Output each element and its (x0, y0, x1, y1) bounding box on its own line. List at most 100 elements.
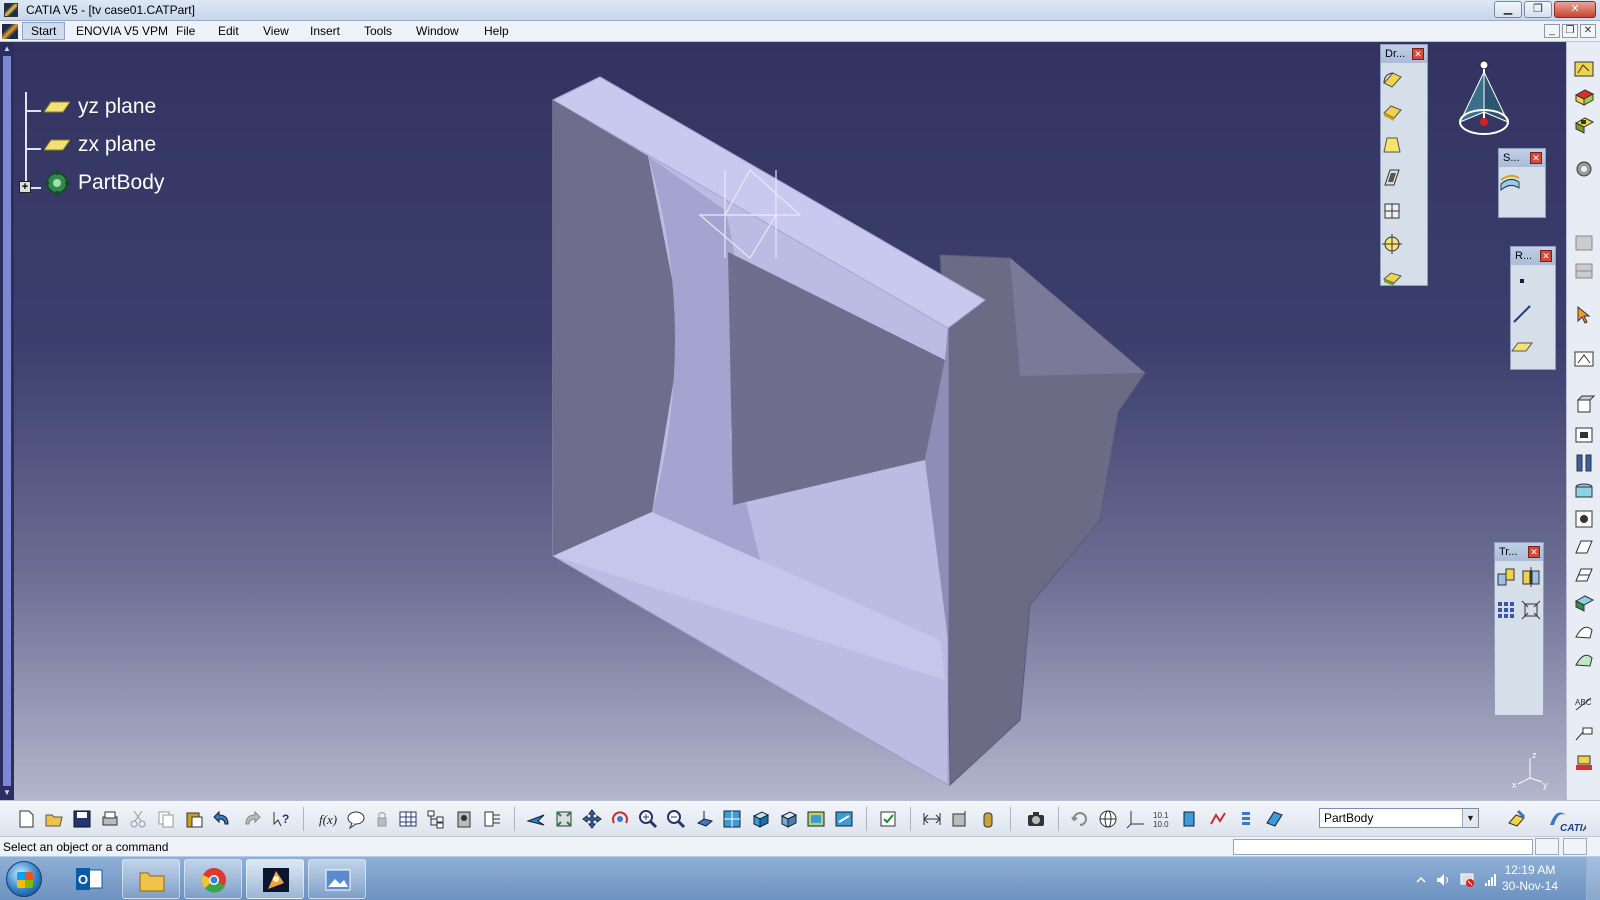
close-button[interactable]: ✕ (1554, 1, 1596, 18)
normal-view-icon[interactable] (694, 809, 714, 829)
mirror-icon[interactable] (1520, 566, 1542, 588)
tree-scrollbar[interactable]: ▲ ▼ (0, 42, 14, 800)
3d-viewport[interactable]: yz plane zx plane + PartBody z x y Dr...… (0, 42, 1566, 800)
fit-all-icon[interactable] (554, 809, 574, 829)
current-body-select[interactable]: PartBody ▼ (1319, 808, 1479, 828)
snap-to-grid-icon[interactable]: 10.110.0 (1152, 809, 1172, 829)
print-icon[interactable] (100, 809, 120, 829)
shading-icon[interactable] (778, 809, 798, 829)
toolbar-close-icon[interactable]: ✕ (1412, 48, 1424, 60)
taskbar-catia[interactable] (246, 859, 304, 899)
thickness-icon[interactable] (1381, 200, 1403, 222)
hole-icon[interactable] (1573, 508, 1595, 530)
catalog-icon[interactable] (454, 809, 474, 829)
new-file-icon[interactable] (16, 809, 36, 829)
tree-item-yz-plane[interactable]: yz plane (44, 95, 156, 119)
table-icon[interactable] (398, 809, 418, 829)
capture-icon[interactable] (1026, 809, 1046, 829)
fillet-icon[interactable] (1381, 68, 1403, 90)
taskbar-explorer[interactable] (122, 859, 180, 899)
toolbar-close-icon[interactable]: ✕ (1540, 250, 1552, 262)
gear-icon[interactable] (1573, 158, 1595, 180)
menu-help[interactable]: Help (484, 24, 509, 38)
status-bar-button[interactable] (1535, 838, 1559, 855)
remove-face-icon[interactable] (1381, 266, 1403, 288)
scroll-down-icon[interactable]: ▼ (2, 788, 12, 798)
thread-icon[interactable] (1381, 233, 1403, 255)
network-warning-icon[interactable] (1460, 873, 1474, 887)
pocket-tool-icon[interactable] (1573, 424, 1595, 446)
catia-menu-logo-icon[interactable] (2, 24, 18, 39)
minimize-button[interactable]: ▁ (1494, 1, 1522, 18)
measure-item-icon[interactable] (950, 809, 970, 829)
isometric-view-icon[interactable] (750, 809, 770, 829)
tray-expand-icon[interactable] (1414, 873, 1428, 887)
parameters-icon[interactable] (482, 809, 502, 829)
menu-insert[interactable]: Insert (310, 24, 340, 38)
menu-tools[interactable]: Tools (364, 24, 392, 38)
menu-enovia[interactable]: ENOVIA V5 VPM (76, 24, 168, 38)
scaling-icon[interactable] (1520, 599, 1542, 621)
cut-icon[interactable] (128, 809, 148, 829)
taskbar-outlook[interactable]: O (60, 859, 118, 899)
doc-minimize-button[interactable]: _ (1544, 24, 1560, 38)
product-icon[interactable] (1573, 232, 1595, 254)
toolbar-close-icon[interactable]: ✕ (1530, 152, 1542, 164)
sketch-icon[interactable] (1573, 348, 1595, 370)
solid-combine-icon[interactable] (1573, 648, 1595, 670)
scroll-thumb[interactable] (3, 56, 11, 786)
tree-item-partbody[interactable]: PartBody (44, 170, 164, 196)
chevron-down-icon[interactable]: ▼ (1462, 809, 1478, 827)
groove-icon[interactable] (1573, 480, 1595, 502)
open-folder-icon[interactable] (44, 809, 64, 829)
save-icon[interactable] (72, 809, 92, 829)
taskbar-image-viewer[interactable] (308, 859, 366, 899)
globe-icon[interactable] (1098, 809, 1118, 829)
menu-start[interactable]: Start (22, 22, 66, 40)
chamfer-icon[interactable] (1381, 101, 1403, 123)
multi-view-icon[interactable] (722, 809, 742, 829)
measure-icon[interactable] (1573, 752, 1595, 774)
pad-icon[interactable] (1573, 86, 1595, 108)
work-object-icon[interactable] (1264, 809, 1284, 829)
maximize-button[interactable]: ❐ (1524, 1, 1552, 18)
tree-expand-icon[interactable] (426, 809, 446, 829)
part-design-workbench-icon[interactable] (1506, 809, 1526, 829)
expand-plus-icon[interactable]: + (19, 181, 31, 193)
zoom-out-icon[interactable] (666, 809, 686, 829)
part-geometry[interactable] (0, 42, 1566, 800)
hide-show-icon[interactable] (806, 809, 826, 829)
draft-icon[interactable] (1381, 134, 1403, 156)
doc-close-button[interactable]: ✕ (1580, 24, 1596, 38)
rotate-icon[interactable] (610, 809, 630, 829)
tree-item-zx-plane[interactable]: zx plane (44, 133, 156, 157)
volume-icon[interactable] (1436, 873, 1450, 887)
layers-icon[interactable] (1236, 809, 1256, 829)
plane-tool-icon[interactable] (1511, 336, 1533, 358)
doc-restore-button[interactable]: ❐ (1562, 24, 1578, 38)
pad-tool-icon[interactable] (1573, 394, 1595, 416)
measure-inertia-icon[interactable] (978, 809, 998, 829)
knowledge-advisor-icon[interactable] (346, 809, 366, 829)
slot-icon[interactable] (1573, 564, 1595, 586)
line-icon[interactable] (1511, 303, 1533, 325)
assembly-icon[interactable] (1573, 260, 1595, 282)
text-annotation-icon[interactable]: ABC (1573, 692, 1595, 714)
analysis-icon[interactable] (1208, 809, 1228, 829)
rib-icon[interactable] (1573, 536, 1595, 558)
stiffener-icon[interactable] (1573, 592, 1595, 614)
flag-note-icon[interactable] (1573, 722, 1595, 744)
show-desktop-button[interactable] (1586, 857, 1600, 900)
scroll-up-icon[interactable]: ▲ (2, 44, 12, 54)
taskbar-chrome[interactable] (184, 859, 242, 899)
fly-mode-icon[interactable] (526, 809, 546, 829)
select-arrow-icon[interactable] (1573, 304, 1595, 326)
power-input-field[interactable] (1233, 839, 1533, 855)
refresh-icon[interactable] (1070, 809, 1090, 829)
update-icon[interactable] (878, 809, 898, 829)
swap-space-icon[interactable] (834, 809, 854, 829)
sketcher-icon[interactable] (1573, 58, 1595, 80)
pattern-icon[interactable] (1495, 599, 1517, 621)
zoom-in-icon[interactable] (638, 809, 658, 829)
shell-icon[interactable] (1381, 167, 1403, 189)
